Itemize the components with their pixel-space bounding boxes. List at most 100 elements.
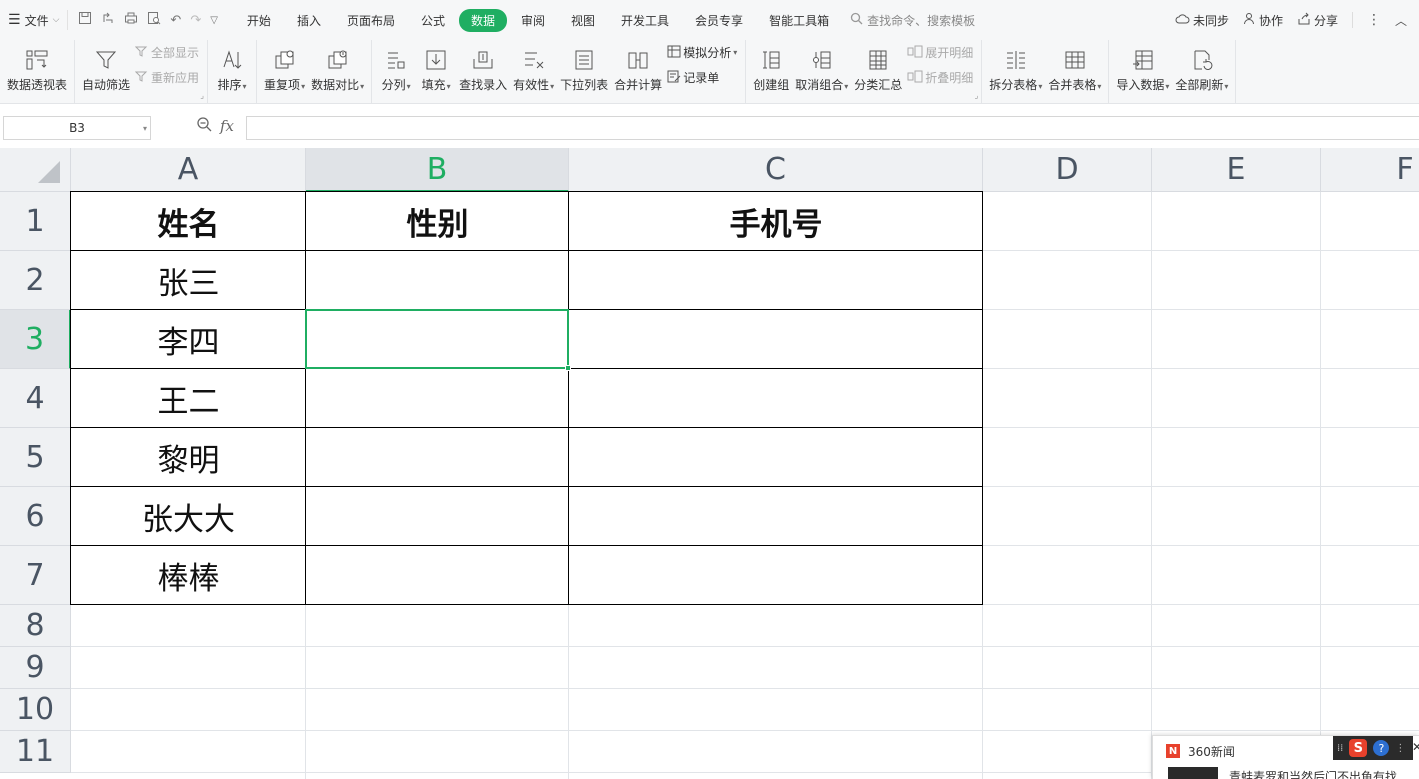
column-header-f[interactable]: F xyxy=(1321,148,1419,192)
row-header-7[interactable]: 7 xyxy=(0,546,71,605)
more-options-icon[interactable]: ⋮ xyxy=(1367,12,1381,28)
autofilter-button[interactable]: 自动筛选 xyxy=(79,42,133,95)
name-box[interactable]: B3 ▾ xyxy=(3,116,151,140)
create-group-button[interactable]: 创建组 xyxy=(750,42,792,95)
whatif-analysis-button[interactable]: 模拟分析 ▾ xyxy=(667,44,737,61)
save-icon[interactable] xyxy=(78,11,92,29)
share-button[interactable]: 分享 xyxy=(1297,12,1338,29)
tab-review[interactable]: 审阅 xyxy=(509,9,557,32)
table-cell-name[interactable]: 黎明 xyxy=(71,428,306,487)
drag-handle-icon[interactable]: ⁞⁞ xyxy=(1337,743,1343,754)
file-menu[interactable]: ☰ 文件 ⌵ xyxy=(0,0,67,40)
command-search[interactable]: 查找命令、搜索模板 xyxy=(850,12,975,29)
dropdown-caret-icon: ▾ xyxy=(446,82,451,91)
dialog-launcher-icon[interactable]: ⌟ xyxy=(975,91,979,100)
customize-toolbar-icon[interactable]: ▽ xyxy=(210,15,218,26)
row-header-10[interactable]: 10 xyxy=(0,689,71,731)
row-header-11[interactable]: 11 xyxy=(0,731,71,773)
show-all-button[interactable]: 全部显示 xyxy=(134,44,199,61)
row-header-4[interactable]: 4 xyxy=(0,369,71,428)
tab-view[interactable]: 视图 xyxy=(559,9,607,32)
expand-detail-label: 展开明细 xyxy=(925,46,974,60)
collapse-ribbon-icon[interactable]: ︿ xyxy=(1395,12,1407,29)
news-headline[interactable]: 青蛙麦罗和当然后门不出鱼有找 xyxy=(1229,768,1409,779)
column-header-b[interactable]: B xyxy=(306,148,569,192)
duplicates-button[interactable]: 重复项▾ xyxy=(261,42,308,95)
row-header-6[interactable]: 6 xyxy=(0,487,71,546)
tab-page-layout[interactable]: 页面布局 xyxy=(335,9,407,32)
sogou-ime-icon[interactable]: S xyxy=(1349,739,1368,757)
column-header-d[interactable]: D xyxy=(983,148,1152,192)
spreadsheet-grid[interactable]: A B C D E F 1 2 3 4 5 6 7 8 9 10 11 姓名 性别 手机号张三 李四 王二 黎明 张大大 棒棒 xyxy=(0,148,1419,779)
column-header-c[interactable]: C xyxy=(569,148,983,192)
tab-smart-toolbox[interactable]: 智能工具箱 xyxy=(757,9,841,32)
import-data-icon xyxy=(1129,44,1157,76)
collapse-detail-button[interactable]: 折叠明细 xyxy=(907,69,973,86)
insert-function-button[interactable]: fx xyxy=(220,117,234,135)
row-header-5[interactable]: 5 xyxy=(0,428,71,487)
collab-button[interactable]: 协作 xyxy=(1243,12,1283,29)
help-icon[interactable]: ? xyxy=(1373,740,1390,756)
table-header-cell[interactable]: 性别 xyxy=(306,192,569,251)
table-cell-name[interactable]: 李四 xyxy=(71,310,306,369)
tab-insert[interactable]: 插入 xyxy=(285,9,333,32)
tab-formulas[interactable]: 公式 xyxy=(409,9,457,32)
refresh-all-button[interactable]: 全部刷新▾ xyxy=(1172,42,1231,95)
fill-handle[interactable] xyxy=(565,365,571,371)
expand-detail-icon xyxy=(907,45,923,61)
table-cell-name[interactable]: 张大大 xyxy=(71,487,306,546)
print-icon[interactable] xyxy=(124,11,138,29)
redo-icon[interactable]: ↷ xyxy=(190,13,201,28)
table-header-cell[interactable]: 姓名 xyxy=(71,192,306,251)
row-header-8[interactable]: 8 xyxy=(0,605,71,647)
pivot-table-button[interactable]: 数据透视表 xyxy=(4,42,70,95)
tab-member[interactable]: 会员专享 xyxy=(683,9,755,32)
import-data-button[interactable]: 导入数据▾ xyxy=(1113,42,1172,95)
validity-button[interactable]: 有效性▾ xyxy=(510,42,557,95)
select-all-icon xyxy=(38,161,60,183)
row-header-2[interactable]: 2 xyxy=(0,251,71,310)
lookup-entry-button[interactable]: 查找录入 xyxy=(456,42,510,95)
table-cell-name[interactable]: 王二 xyxy=(71,369,306,428)
table-cell-name[interactable]: 棒棒 xyxy=(71,546,306,605)
print-preview-icon[interactable] xyxy=(147,11,161,29)
chevron-down-icon[interactable]: ▾ xyxy=(143,124,147,133)
table-cell-name[interactable]: 张三 xyxy=(71,251,306,310)
ungroup-button[interactable]: 取消组合▾ xyxy=(792,42,851,95)
subtotal-button[interactable]: 分类汇总 xyxy=(851,42,905,95)
tab-developer[interactable]: 开发工具 xyxy=(609,9,681,32)
dialog-launcher-icon[interactable]: ⌟ xyxy=(200,91,204,100)
dropdown-list-button[interactable]: 下拉列表 xyxy=(557,42,611,95)
zoom-icon[interactable] xyxy=(196,116,212,136)
dropdown-caret-icon: ▾ xyxy=(406,82,411,91)
table-header-cell[interactable]: 手机号 xyxy=(569,192,983,251)
row-header-9[interactable]: 9 xyxy=(0,647,71,689)
row-header-1[interactable]: 1 xyxy=(0,192,71,251)
formula-input[interactable] xyxy=(246,116,1419,140)
sort-button[interactable]: 排序▾ xyxy=(212,42,252,95)
sync-status[interactable]: 未同步 xyxy=(1175,12,1229,29)
fill-button[interactable]: 填充▾ xyxy=(416,42,456,95)
tab-home[interactable]: 开始 xyxy=(235,9,283,32)
close-icon[interactable]: ✕ xyxy=(1412,740,1419,754)
column-header-e[interactable]: E xyxy=(1152,148,1321,192)
consolidate-button[interactable]: 合并计算 xyxy=(611,42,665,95)
table-border xyxy=(70,250,983,251)
merge-table-button[interactable]: 合并表格▾ xyxy=(1045,42,1104,95)
select-all-button[interactable] xyxy=(0,148,71,192)
row-header-3[interactable]: 3 xyxy=(0,310,71,369)
export-icon[interactable] xyxy=(101,11,115,29)
split-column-button[interactable]: 分列▾ xyxy=(376,42,416,95)
ime-menu-icon[interactable]: ⋮ xyxy=(1395,743,1405,754)
data-compare-button[interactable]: 数据对比▾ xyxy=(308,42,367,95)
ribbon-group-sort: 排序▾ xyxy=(208,40,258,103)
undo-icon[interactable]: ↶ xyxy=(170,13,181,28)
split-table-button[interactable]: 拆分表格▾ xyxy=(986,42,1045,95)
reapply-button[interactable]: 重新应用 xyxy=(134,69,199,86)
expand-detail-button[interactable]: 展开明细 xyxy=(907,44,973,61)
tab-data[interactable]: 数据 xyxy=(458,8,507,32)
column-header-a[interactable]: A xyxy=(71,148,306,192)
record-form-button[interactable]: 记录单 xyxy=(667,69,737,86)
news-thumbnail[interactable] xyxy=(1168,767,1218,779)
active-cell[interactable] xyxy=(305,309,571,371)
